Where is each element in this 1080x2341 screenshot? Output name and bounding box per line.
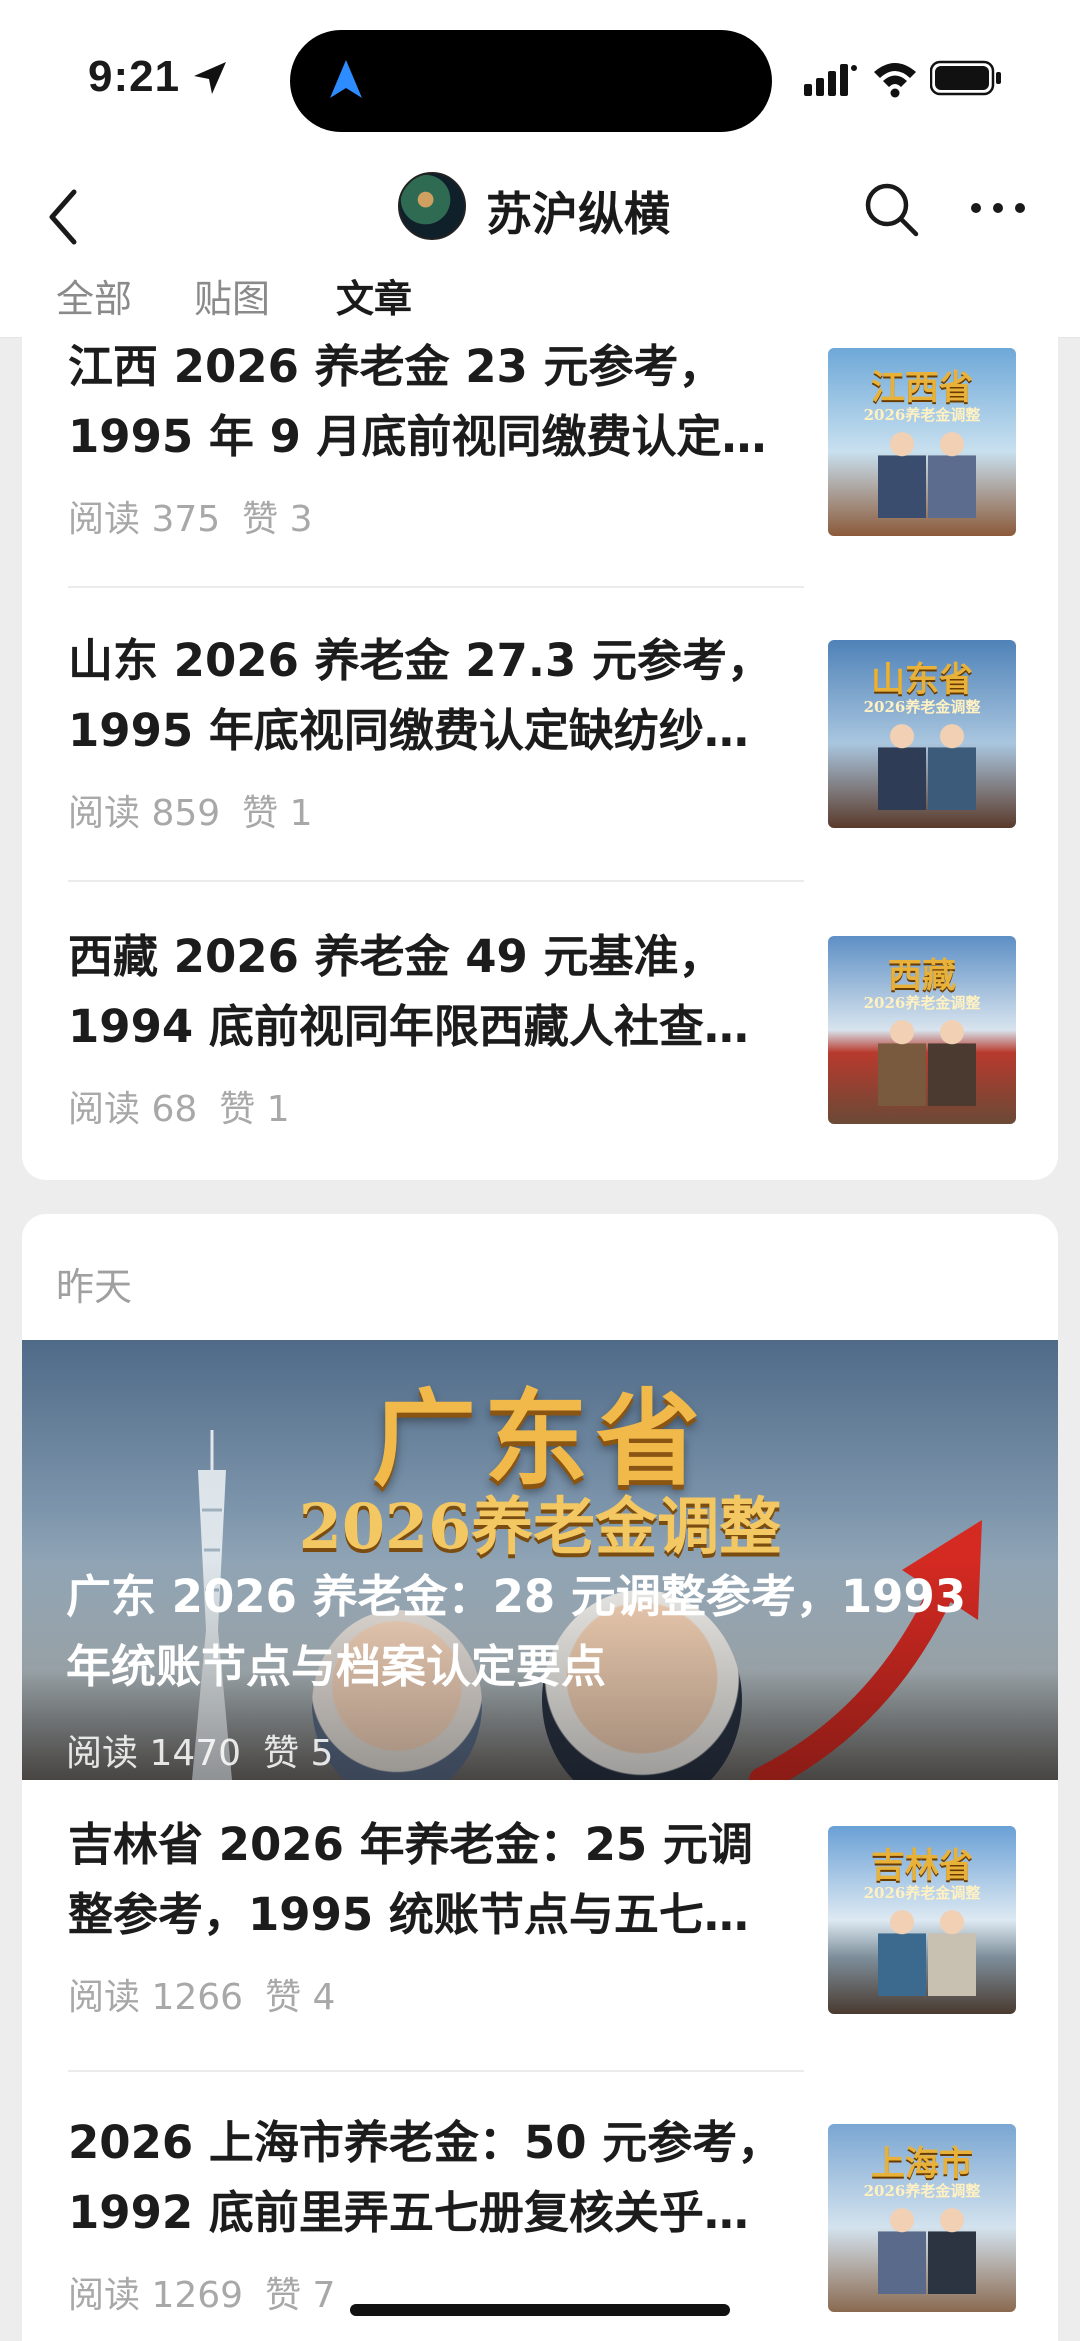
home-indicator[interactable] [350,2304,730,2316]
article-title: 山东 2026 养老金 27.3 元参考， 1995 年底视同缴费认定缺纺纱… [68,634,772,757]
article-thumbnail: 江西省 2026养老金调整 [828,348,1016,536]
like-count: 赞 5 [263,1733,334,1774]
like-count: 赞 1 [242,793,313,834]
dynamic-island [290,30,772,132]
read-count: 阅读 375 [68,499,221,540]
article-stats: 阅读 375 赞 3 [68,490,313,542]
back-chevron-icon[interactable] [40,182,90,252]
featured-article-stats: 阅读 1470 赞 5 [66,1724,333,1776]
article-stats: 阅读 859 赞 1 [68,784,313,836]
article-thumbnail: 吉林省 2026养老金调整 [828,1826,1016,2014]
account-header: 苏沪纵横 全部 贴图 文章 [0,160,1080,338]
article-thumbnail: 西藏 2026养老金调整 [828,936,1016,1124]
battery-icon [930,60,1001,96]
featured-article-title: 广东 2026 养老金：28 元调整参考，1993 年统账节点与档案认定要点 [66,1570,967,1693]
read-count: 阅读 1470 [66,1733,242,1774]
divider [68,586,804,588]
search-icon[interactable] [860,178,922,240]
like-count: 赞 1 [219,1089,290,1130]
status-bar: 9:21 [0,0,1080,160]
date-section-label: 昨天 [56,1265,133,1309]
read-count: 阅读 68 [68,1089,198,1130]
tab-images[interactable]: 贴图 [194,268,270,323]
article-group-card: 昨天 广东省 2026养老金调整 广东 2026 养老金：28 元调整参考，19… [22,1214,1058,2341]
list-item[interactable]: 吉林省 2026 年养老金：25 元调 整参考，1995 统账节点与五七… 阅读… [22,1796,1058,2086]
divider [68,2070,804,2072]
like-count: 赞 3 [242,499,313,540]
list-item[interactable]: 山东 2026 养老金 27.3 元参考， 1995 年底视同缴费认定缺纺纱… … [22,616,1058,906]
article-thumbnail: 山东省 2026养老金调整 [828,640,1016,828]
account-avatar[interactable] [398,172,466,240]
article-thumbnail: 上海市 2026养老金调整 [828,2124,1016,2312]
navigation-icon [330,60,362,98]
article-stats: 阅读 1266 赞 4 [68,1968,335,2020]
article-title: 吉林省 2026 年养老金：25 元调 整参考，1995 统账节点与五七… [68,1818,753,1941]
list-item[interactable]: 西藏 2026 养老金 49 元基准， 1994 底前视同年限西藏人社查… 阅读… [22,910,1058,1180]
read-count: 阅读 859 [68,793,221,834]
article-stats: 阅读 1269 赞 7 [68,2266,335,2318]
article-stats: 阅读 68 赞 1 [68,1080,290,1132]
cellular-signal-icon [804,64,857,96]
tab-articles[interactable]: 文章 [336,268,412,323]
like-count: 赞 4 [265,1977,336,2018]
status-time: 9:21 [88,52,181,101]
article-title: 西藏 2026 养老金 49 元基准， 1994 底前视同年限西藏人社查… [68,930,749,1053]
banner-subheading: 2026养老金调整 [298,1490,782,1563]
list-item[interactable]: 江西 2026 养老金 23 元参考， 1995 年 9 月底前视同缴费认定… … [22,320,1058,610]
featured-article-banner[interactable]: 广东省 2026养老金调整 广东 2026 养老金：28 元调整参考，1993 … [22,1340,1058,1780]
more-options-icon[interactable] [968,196,1028,220]
read-count: 阅读 1266 [68,1977,244,2018]
article-group-card: 江西 2026 养老金 23 元参考， 1995 年 9 月底前视同缴费认定… … [22,320,1058,1180]
location-arrow-icon [194,62,226,94]
account-title: 苏沪纵横 [486,187,670,241]
article-title: 江西 2026 养老金 23 元参考， 1995 年 9 月底前视同缴费认定… [68,340,767,463]
wifi-icon [874,63,916,98]
read-count: 阅读 1269 [68,2275,244,2316]
like-count: 赞 7 [265,2275,336,2316]
divider [68,880,804,882]
tab-all[interactable]: 全部 [56,268,132,323]
article-title: 2026 上海市养老金：50 元参考， 1992 底前里弄五七册复核关乎… [68,2116,783,2239]
